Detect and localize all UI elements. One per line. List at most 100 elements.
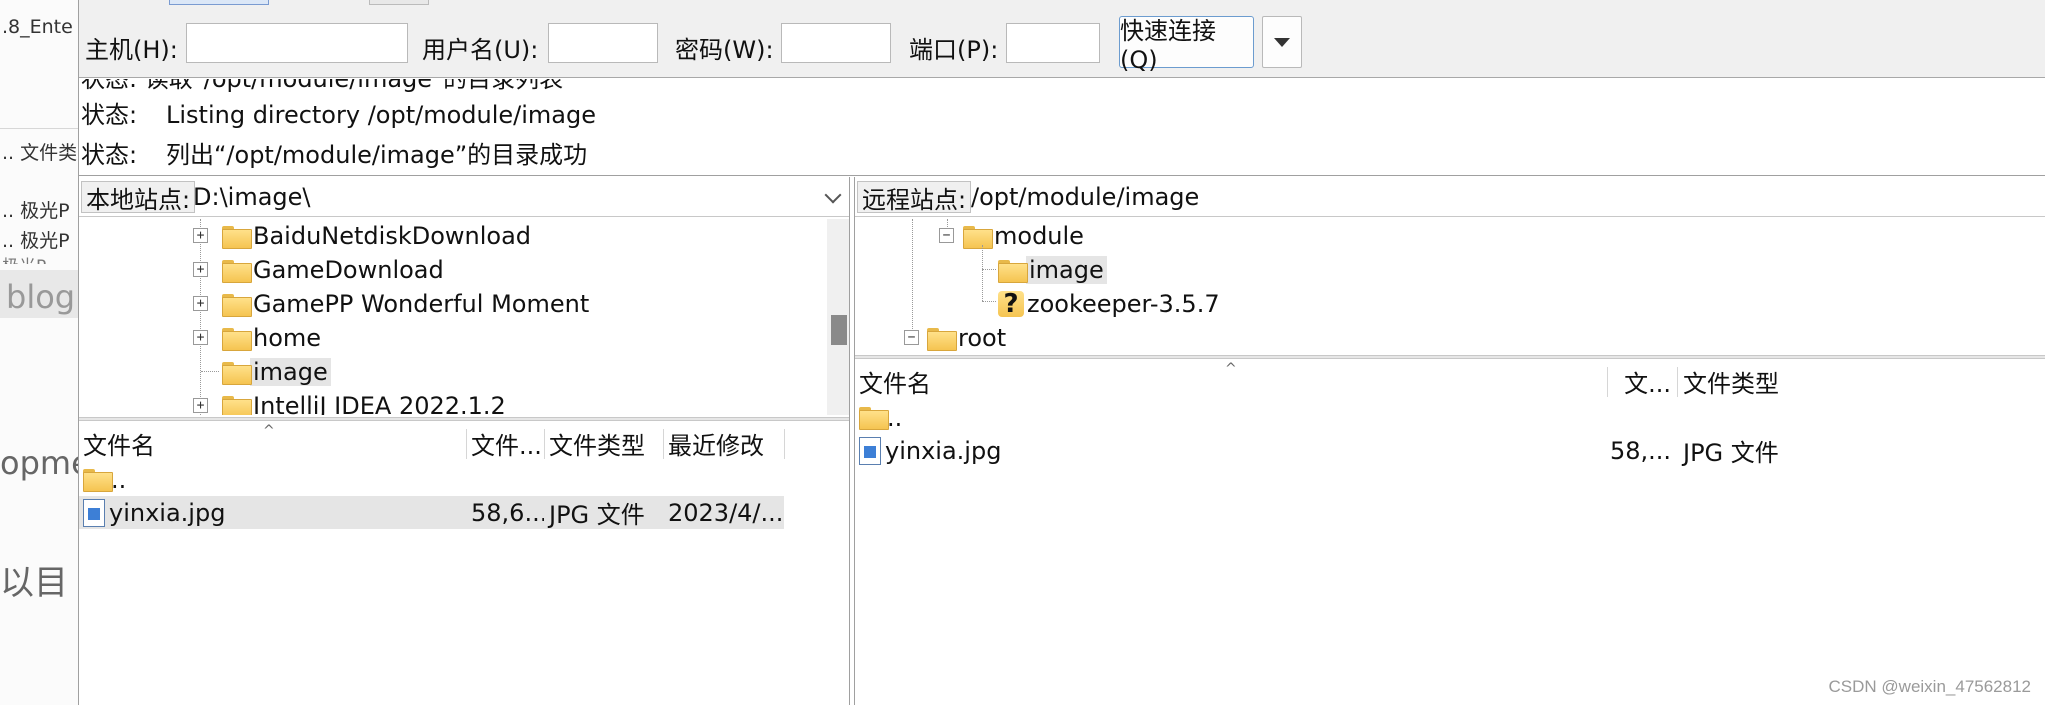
background-snippet: 极光P	[2, 252, 46, 264]
column-header-size[interactable]: 文件...	[467, 423, 544, 463]
tree-node-label: IntelliJ IDEA 2022.1.2	[253, 392, 506, 415]
tree-node-label: BaiduNetdiskDownload	[253, 222, 532, 250]
file-name: ..	[111, 465, 127, 494]
unknown-folder-icon: ?	[998, 289, 1024, 319]
local-tree-node[interactable]: GameDownload	[222, 255, 447, 285]
tree-connector	[982, 301, 996, 302]
remote-tree-node-selected[interactable]: image	[998, 255, 1107, 285]
tree-node-label: GamePP Wonderful Moment	[253, 290, 590, 318]
toolbar-button-fragment[interactable]	[369, 0, 429, 5]
column-header-type[interactable]: 文件类型	[1679, 361, 1879, 401]
tree-connector	[912, 219, 913, 341]
remote-tree-node[interactable]: ? zookeeper-3.5.7	[998, 289, 1223, 319]
chevron-down-icon[interactable]	[824, 186, 842, 204]
expand-icon[interactable]: +	[193, 262, 208, 277]
collapse-icon[interactable]: −	[904, 330, 919, 345]
folder-icon	[859, 407, 889, 430]
toolbar	[79, 0, 2045, 8]
local-site-bar: 本地站点: D:\image\	[79, 177, 849, 217]
folder-icon	[222, 361, 252, 385]
background-divider	[0, 128, 78, 129]
column-separator[interactable]	[1677, 367, 1678, 397]
remote-site-bar: 远程站点: /opt/module/image	[855, 177, 2045, 217]
quickconnect-dropdown-button[interactable]	[1262, 16, 1302, 68]
status-line: 状态: 列出“/opt/module/image”的目录成功	[81, 135, 587, 170]
username-input[interactable]	[548, 23, 658, 63]
remote-tree-node[interactable]: root	[927, 323, 1009, 353]
tree-connector	[201, 371, 219, 372]
remote-pane: 远程站点: /opt/module/image − module image ?…	[854, 177, 2045, 705]
local-tree-node[interactable]: home	[222, 323, 324, 353]
jpg-file-icon	[83, 498, 105, 527]
username-label: 用户名(U):	[422, 36, 539, 64]
file-size: 58,6...	[471, 498, 544, 527]
local-site-label: 本地站点:	[81, 181, 196, 214]
background-blog-text: blog	[6, 278, 76, 316]
expand-icon[interactable]: +	[193, 330, 208, 345]
column-header-type[interactable]: 文件类型	[545, 423, 663, 463]
toolbar-button-fragment[interactable]	[169, 0, 269, 5]
local-file-list: 文件名 ^ 文件... 文件类型 最近修改 .. yinxia.jpg 58,6…	[79, 423, 849, 705]
host-input[interactable]	[186, 23, 408, 63]
background-title-fragment: .8_Ente	[2, 16, 73, 38]
column-header-size[interactable]: 文...	[1609, 361, 1677, 401]
tree-node-label: zookeeper-3.5.7	[1027, 290, 1220, 318]
status-label: 状态:	[81, 101, 138, 129]
ftp-client-window: 主机(H): 用户名(U): 密码(W): 端口(P): 快速连接(Q) 状态:…	[78, 0, 2045, 705]
remote-file-row[interactable]: ..	[855, 401, 2045, 434]
file-name: yinxia.jpg	[885, 436, 1002, 465]
remote-site-label: 远程站点:	[857, 181, 972, 214]
chevron-down-icon	[1274, 37, 1290, 47]
background-snippet: .. 文件类	[2, 142, 78, 164]
file-modified: 2023/4/...	[668, 498, 784, 527]
password-input[interactable]	[781, 23, 891, 63]
folder-icon	[963, 225, 993, 249]
file-type: JPG 文件	[1683, 439, 1779, 467]
file-name: yinxia.jpg	[109, 498, 226, 527]
column-separator[interactable]	[1607, 367, 1608, 397]
local-file-row[interactable]: ..	[79, 463, 784, 496]
sort-ascending-icon: ^	[263, 423, 275, 439]
password-label: 密码(W):	[675, 36, 774, 64]
remote-file-list-header: 文件名 ^ 文... 文件类型	[855, 361, 2045, 401]
remote-file-list: 文件名 ^ 文... 文件类型 .. yinxia.jpg 58,... JPG…	[855, 361, 2045, 705]
local-directory-tree: + BaiduNetdiskDownload + GameDownload + …	[79, 219, 829, 415]
column-header-modified[interactable]: 最近修改	[664, 423, 784, 463]
tree-node-label: image	[1026, 256, 1107, 284]
tree-node-label: module	[994, 222, 1084, 250]
tree-node-label: home	[253, 324, 322, 352]
host-label: 主机(H):	[85, 36, 178, 64]
expand-icon[interactable]: +	[193, 228, 208, 243]
tree-connector	[982, 269, 996, 270]
scrollbar-thumb[interactable]	[831, 315, 847, 345]
status-line: 状态: Listing directory /opt/module/image	[81, 95, 596, 130]
folder-icon	[998, 259, 1028, 283]
file-type: JPG 文件	[549, 501, 645, 529]
expand-icon[interactable]: +	[193, 296, 208, 311]
local-tree-scrollbar[interactable]	[827, 219, 849, 415]
status-text: 列出“/opt/module/image”的目录成功	[166, 141, 588, 169]
local-path-input[interactable]: D:\image\	[193, 183, 311, 211]
pane-splitter[interactable]	[79, 417, 849, 421]
expand-icon[interactable]: +	[193, 398, 208, 413]
local-tree-node[interactable]: BaiduNetdiskDownload	[222, 221, 534, 251]
port-input[interactable]	[1006, 23, 1100, 63]
status-log: 状态: 读取"/opt/module/image"的目录列表 状态: Listin…	[79, 79, 2045, 176]
pane-splitter[interactable]	[855, 355, 2045, 359]
background-window: .8_Ente .. 文件类 .. 极光P .. 极光P 极光P blog op…	[0, 0, 78, 705]
tree-node-label: GameDownload	[253, 256, 444, 284]
background-snippet: opme	[0, 444, 78, 482]
local-tree-node-selected[interactable]: image	[222, 357, 331, 387]
remote-path-input[interactable]: /opt/module/image	[971, 183, 1199, 211]
quickconnect-button[interactable]: 快速连接(Q)	[1119, 16, 1254, 74]
status-text: Listing directory /opt/module/image	[166, 101, 596, 129]
column-separator[interactable]	[784, 429, 785, 459]
remote-file-row[interactable]: yinxia.jpg 58,... JPG 文件	[855, 434, 2045, 467]
local-file-row-selected[interactable]: yinxia.jpg 58,6... JPG 文件 2023/4/...	[79, 496, 784, 529]
folder-icon	[927, 327, 957, 351]
collapse-icon[interactable]: −	[939, 228, 954, 243]
background-snippet: 以目	[0, 563, 68, 603]
tree-node-label: root	[958, 324, 1007, 352]
local-tree-node[interactable]: GamePP Wonderful Moment	[222, 289, 592, 319]
local-tree-node[interactable]: IntelliJ IDEA 2022.1.2	[222, 391, 509, 415]
